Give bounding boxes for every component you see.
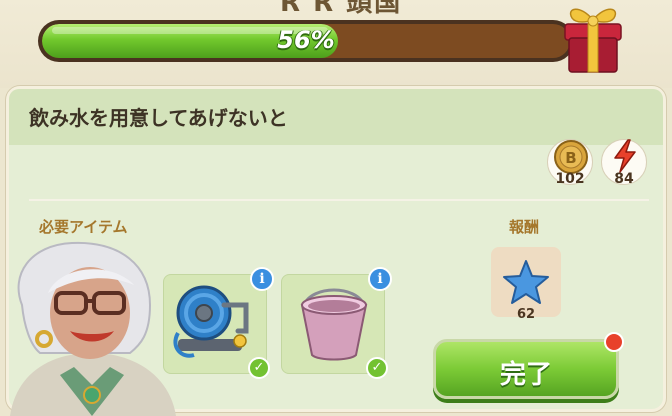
coin-stat: B 102 [547, 139, 593, 187]
required-items-label: 必要アイテム [39, 218, 128, 236]
energy-stat: 84 [601, 139, 647, 187]
b-coin-icon: B [554, 140, 588, 174]
svg-text:B: B [565, 149, 576, 167]
reward-label: 報酬 [509, 218, 540, 236]
gift-box-icon[interactable] [560, 2, 626, 76]
energy-value: 84 [614, 171, 634, 187]
info-icon[interactable]: i [368, 267, 392, 291]
task-title: 飲み水を用意してあげないと [29, 106, 288, 130]
info-icon[interactable]: i [250, 267, 274, 291]
complete-button[interactable]: 完了 [433, 332, 624, 399]
coin-value: 102 [555, 171, 585, 187]
progress-percentage: 56% [277, 26, 335, 54]
checkmark-icon: ✓ [248, 357, 270, 379]
progress-bar: 56% [38, 20, 574, 62]
top-bar: R R 頭国 56% [0, 0, 672, 88]
section-divider [29, 199, 649, 201]
lightning-icon [614, 139, 636, 173]
complete-label: 完了 [499, 360, 552, 390]
progress-track: 56% [42, 24, 570, 58]
notification-dot [604, 332, 624, 352]
character-portrait [10, 241, 176, 416]
reward-value: 62 [516, 307, 536, 322]
checkmark-icon: ✓ [366, 357, 388, 379]
item-slot-bucket[interactable]: i ✓ [281, 267, 392, 379]
area-title: R R 頭国 [280, 0, 403, 18]
